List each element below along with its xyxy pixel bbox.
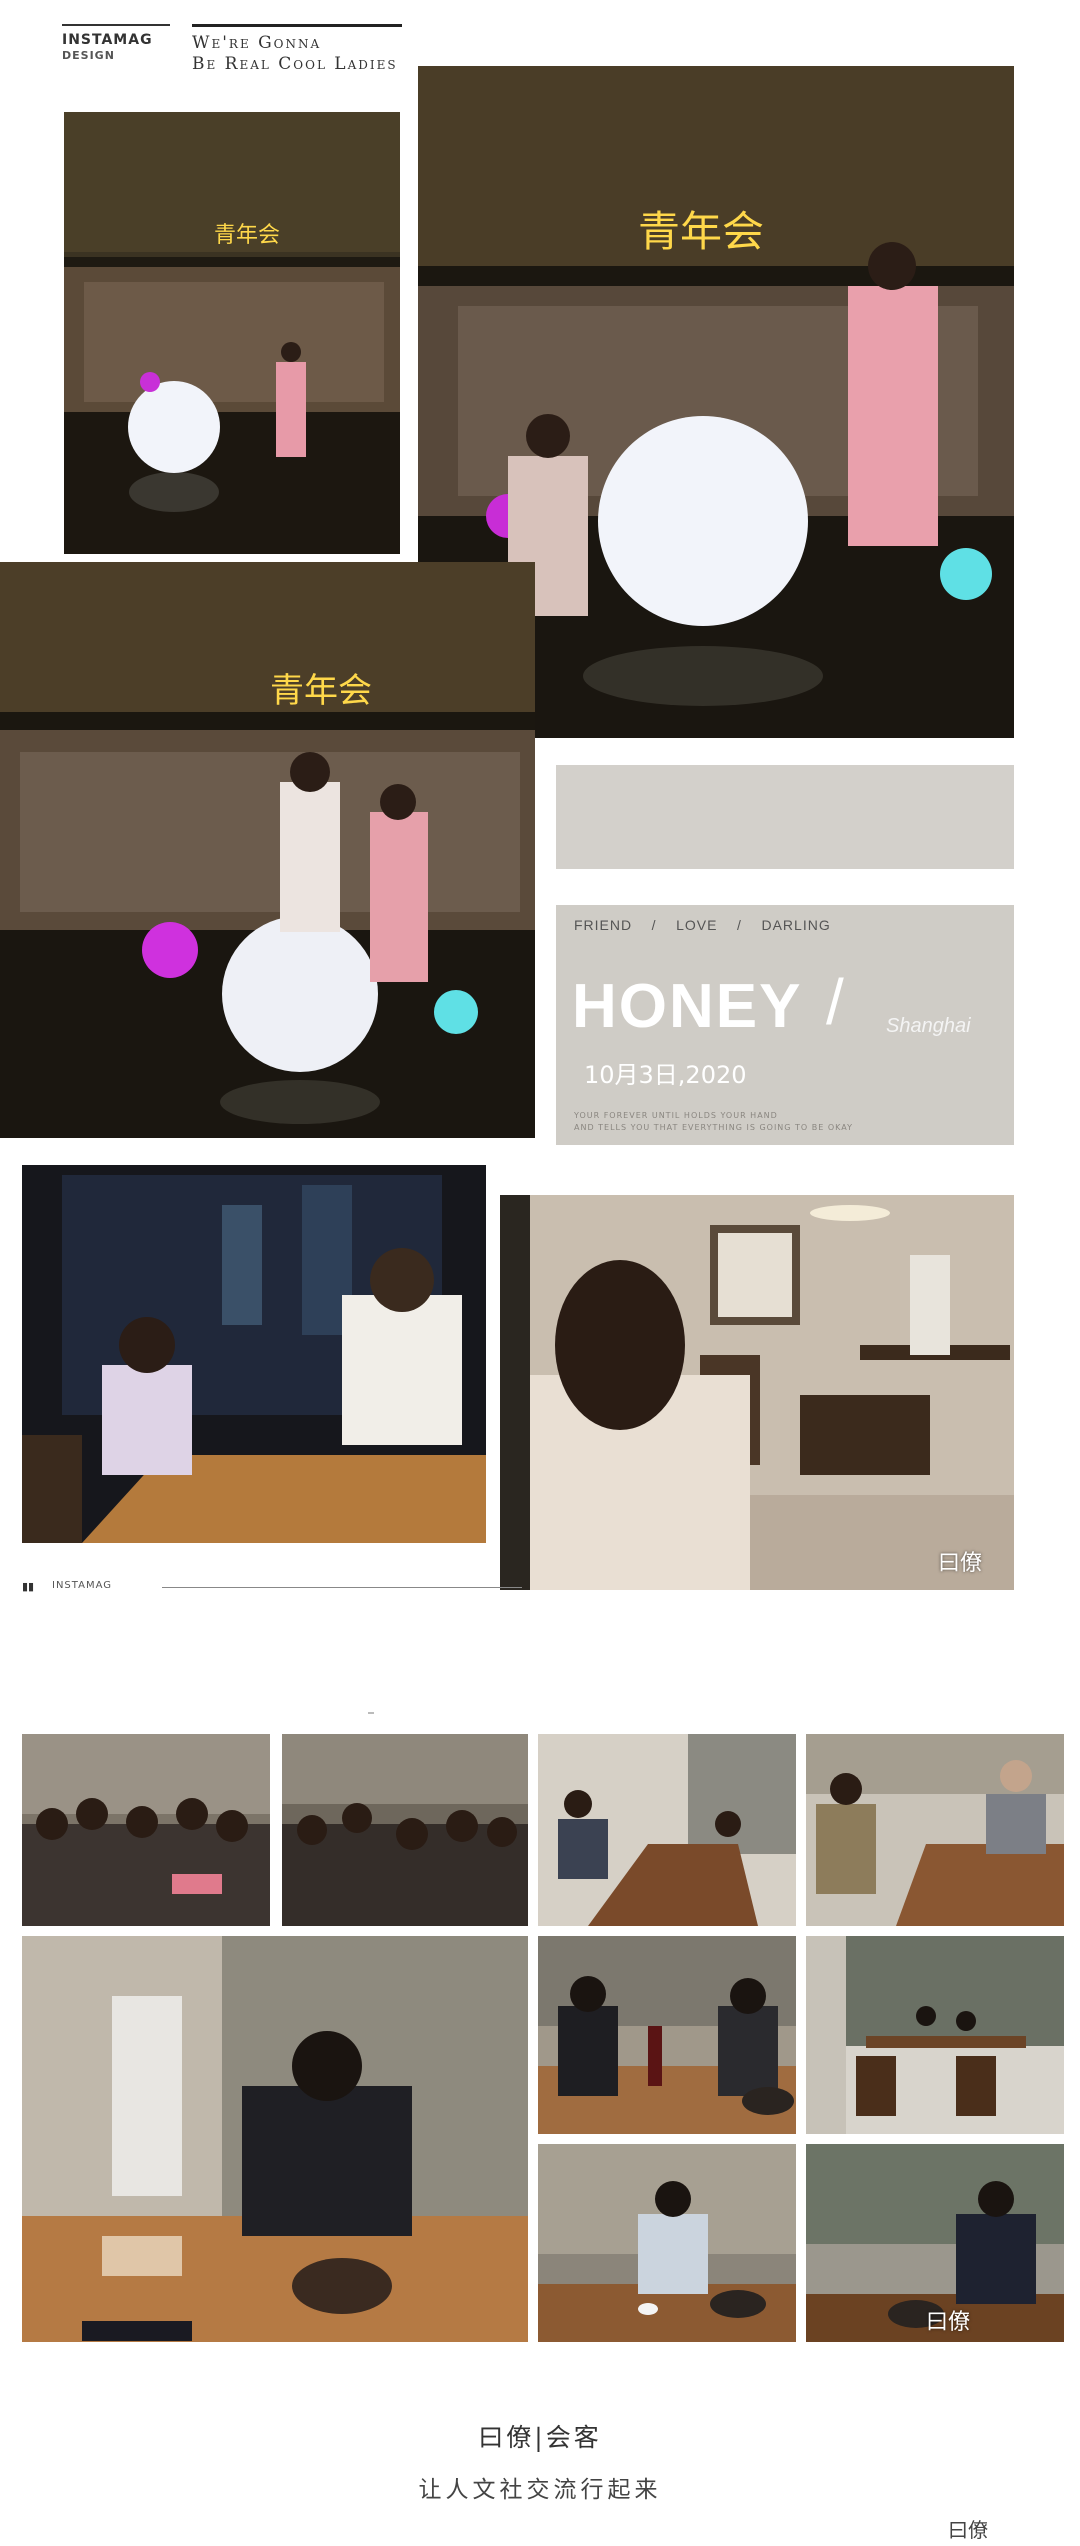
photo-group-selfie-1 bbox=[22, 1734, 270, 1926]
logo-line-2: DESIGN bbox=[62, 49, 115, 62]
footer-watermark: 曰僚 bbox=[948, 2514, 988, 2543]
instamag-footer: ▮▮ INSTAMAG bbox=[22, 1578, 522, 1596]
bars-icon: ▮▮ bbox=[22, 1580, 35, 1593]
photo-girl-tea-room: 曰僚 bbox=[500, 1195, 1014, 1590]
sign-title: 青年会 bbox=[270, 671, 372, 711]
photo-tea-pouring-pair bbox=[538, 1936, 796, 2134]
caption-title: 曰僚|会客 bbox=[478, 2423, 602, 2452]
instamag-footer-label: INSTAMAG bbox=[52, 1580, 112, 1591]
photo-men-tea-talk bbox=[806, 1734, 1064, 1926]
watermark-mark-footer: 曰僚 bbox=[948, 2518, 988, 2542]
sign-title: 青年会 bbox=[214, 223, 280, 248]
honey-city: Shanghai bbox=[886, 1015, 971, 1037]
honey-date: 10月3日,2020 bbox=[584, 1061, 747, 1089]
photo-man-at-table: 曰僚 bbox=[806, 2144, 1064, 2342]
photo-rooftop-mother-daughter: 青年会 bbox=[0, 562, 535, 1138]
photo-tea-night-window bbox=[22, 1165, 486, 1543]
honey-word: HONEY bbox=[572, 972, 803, 1041]
header-tagline: We're Gonna Be Real Cool Ladies bbox=[192, 24, 402, 75]
grey-spacer-block bbox=[556, 765, 1014, 869]
honey-card: FRIEND / LOVE / DARLING HONEY / Shanghai… bbox=[556, 905, 1014, 1145]
logo-line-1: INSTAMAG bbox=[62, 32, 153, 48]
fine-print-line-1: YOUR FOREVER UNTIL HOLDS YOUR HAND bbox=[574, 1111, 778, 1120]
caption-subtitle: 让人文社交流行起来 bbox=[418, 2477, 662, 2503]
fine-print-line-2: AND TELLS YOU THAT EVERYTHING IS GOING T… bbox=[574, 1123, 853, 1132]
photo-group-selfie-2 bbox=[282, 1734, 528, 1926]
photo-girl-pouring-tea bbox=[538, 2144, 796, 2342]
honey-slash: / bbox=[826, 966, 844, 1038]
watermark-mark-grid: 曰僚 bbox=[926, 2310, 971, 2335]
photo-tea-room-wide bbox=[806, 1936, 1064, 2134]
photo-tea-table-group bbox=[538, 1734, 796, 1926]
sign-title: 青年会 bbox=[638, 207, 764, 256]
tagline-line-1: We're Gonna bbox=[192, 33, 322, 53]
photo-tea-ceremony-host bbox=[22, 1936, 528, 2342]
tagline-line-2: Be Real Cool Ladies bbox=[192, 54, 398, 74]
honey-fine-print: YOUR FOREVER UNTIL HOLDS YOUR HAND AND T… bbox=[574, 1110, 853, 1134]
photo-rooftop-girl-small: 青年会 bbox=[64, 112, 400, 554]
instamag-logo: INSTAMAG DESIGN bbox=[62, 24, 170, 63]
watermark-mark: 曰僚 bbox=[938, 1551, 983, 1576]
honey-tags: FRIEND / LOVE / DARLING bbox=[574, 917, 831, 933]
divider-dot bbox=[368, 1712, 374, 1714]
footer-divider bbox=[162, 1587, 522, 1588]
